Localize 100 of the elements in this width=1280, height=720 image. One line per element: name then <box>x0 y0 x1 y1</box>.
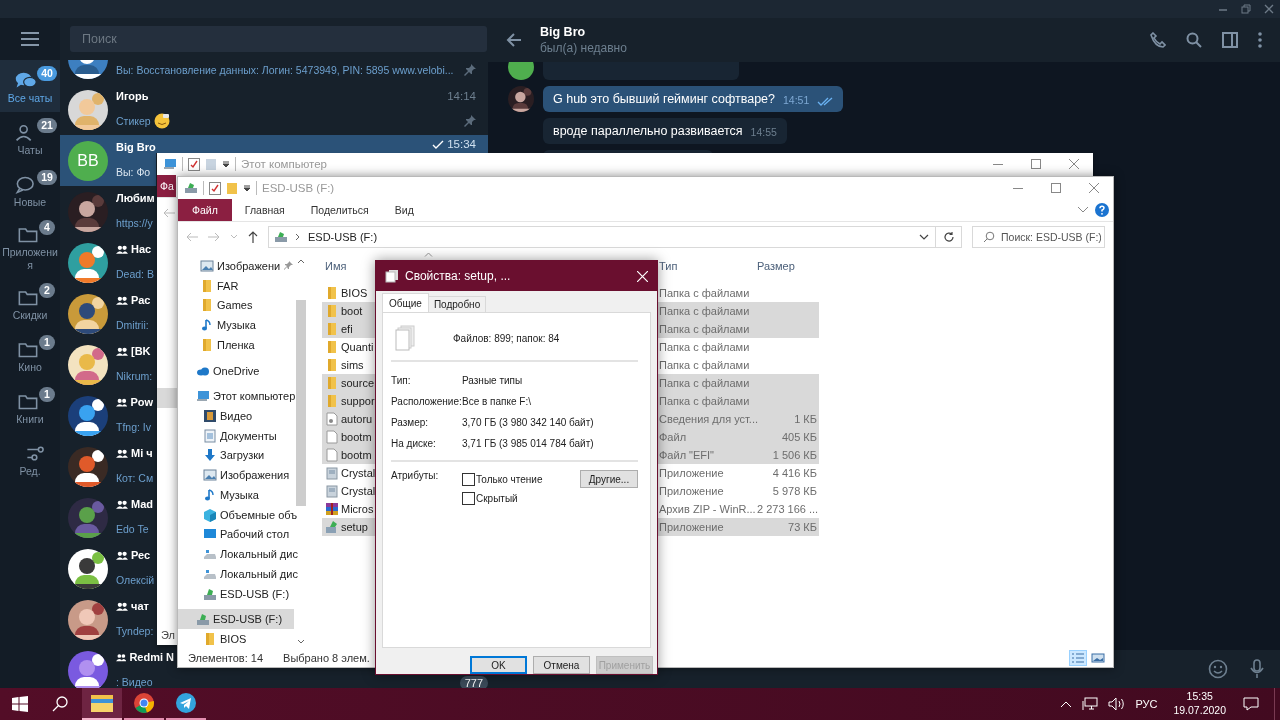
file-name: efi <box>341 323 353 335</box>
chat-name: Игорь <box>116 90 149 102</box>
file-name: Crystal <box>341 485 376 497</box>
folder-label: Приложения <box>1 246 59 273</box>
file-size: 1 КБ <box>794 413 817 425</box>
folder-label: Все чаты <box>6 92 54 106</box>
file-name: autoru <box>341 413 373 425</box>
message-preview: Кот: См <box>116 472 154 484</box>
selection-count: Выбрано 8 элем. <box>283 652 370 664</box>
file-name: source <box>341 377 375 389</box>
file-count: Файлов: 899; папок: 84 <box>453 332 560 344</box>
file-type: Папка с файлами <box>659 377 751 389</box>
message-preview: Tfng: Iv <box>116 421 151 433</box>
chat-name: Big Bro <box>116 141 156 153</box>
file-name: setup <box>341 521 368 533</box>
message-time: 14:51 <box>783 94 810 106</box>
chat-name: [BK <box>131 345 151 357</box>
unread-badge: 1 <box>39 386 55 402</box>
file-type: Папка с файлами <box>659 359 751 371</box>
unread-badge: 777 <box>459 676 488 688</box>
file-type: Папка с файлами <box>659 323 751 335</box>
message-preview: Edo Te <box>116 523 149 535</box>
file-type: Папка с файлами <box>659 341 751 353</box>
message-preview: : Видео <box>116 676 153 688</box>
chat-name: Рас <box>131 294 151 306</box>
property-value: Все в папке F:\ <box>462 396 531 407</box>
message-preview: Tyndep: <box>116 625 154 637</box>
folder-label: Кино <box>17 360 43 374</box>
chat-name: Redmi N <box>129 651 174 663</box>
property-label: Размер: <box>391 417 430 428</box>
file-size: 2 273 166 ... <box>757 503 819 515</box>
property-value: Разные типы <box>462 375 523 386</box>
last-seen-status: был(а) недавно <box>540 41 627 55</box>
chat-name: чат <box>131 600 149 612</box>
checkbox-label: Скрытый <box>476 493 518 504</box>
message-preview: Nikrum: <box>116 370 153 382</box>
chat-name: Любим <box>116 192 155 204</box>
file-type: Приложение <box>659 485 725 497</box>
chat-name: Нас <box>131 243 152 255</box>
property-label: На диске: <box>391 438 437 449</box>
folder-label: Новые <box>12 196 48 210</box>
chat-name: Pow <box>130 396 153 408</box>
item-count: Элементов: 14 <box>188 652 264 664</box>
message-preview: Олексій <box>116 574 155 586</box>
window-title: Этот компьютер <box>241 158 327 170</box>
file-name: BIOS <box>341 287 368 299</box>
message-preview: Dmitrii: <box>116 319 149 331</box>
message-text: G hub это бывший гейминг софтваре? <box>553 92 775 106</box>
file-size: 1 506 КБ <box>772 449 817 461</box>
unread-badge: 19 <box>37 170 57 186</box>
message-preview: Вы: Восстановление данных: Логин: 5473949, PIN: 5895 www.velobi... <box>116 64 454 76</box>
unread-badge: 21 <box>37 118 57 134</box>
folder-label: Книги <box>15 412 45 426</box>
property-value: 3,70 ГБ (3 980 342 140 байт) <box>462 417 594 428</box>
file-type: Приложение <box>659 467 725 479</box>
chat-title: Big Bro <box>540 25 587 39</box>
message-preview: Вы: Фо <box>116 166 151 178</box>
file-type: Папка с файлами <box>659 287 751 299</box>
folder-label: Ред. <box>18 464 42 478</box>
chat-name: Mad <box>131 498 153 510</box>
folder-label: Скидки <box>11 308 49 322</box>
unread-badge: 40 <box>37 66 57 82</box>
unread-badge: 4 <box>39 220 55 235</box>
message-time: 14:55 <box>750 126 777 138</box>
file-size: 73 КБ <box>788 521 817 533</box>
chat-time: 14:14 <box>447 90 476 102</box>
message-preview: Стикер <box>116 115 151 127</box>
status-text: Эл <box>161 629 175 641</box>
file-size: 405 КБ <box>781 431 817 443</box>
chat-time: 15:34 <box>447 138 476 150</box>
file-name: bootm <box>341 449 372 461</box>
property-label: Расположение: <box>391 396 462 407</box>
file-name: sims <box>341 359 364 371</box>
message-preview: https://y <box>116 217 153 229</box>
file-type: Папка с файлами <box>659 305 751 317</box>
file-name: suppor <box>341 395 375 407</box>
file-size: 4 416 КБ <box>772 467 817 479</box>
window-title: ESD-USB (F:) <box>262 182 335 194</box>
message-text: вроде параллельно развивается <box>553 124 743 138</box>
message-preview: Dead: B <box>116 268 154 280</box>
file-type: Сведения для уст... <box>659 413 757 425</box>
property-label: Атрибуты: <box>391 470 440 481</box>
unread-badge: 2 <box>39 282 55 298</box>
file-name: Quanti <box>341 341 374 353</box>
unread-badge: 1 <box>39 334 55 350</box>
file-name: bootm <box>341 431 372 443</box>
file-type: Файл "EFI" <box>659 449 716 461</box>
file-type: Архив ZIP - WinR... <box>659 503 757 515</box>
property-value: 3,71 ГБ (3 985 014 784 байт) <box>462 438 594 449</box>
chat-name: Mi ч <box>131 447 153 459</box>
file-name: boot <box>341 305 363 317</box>
file-name: Crystal <box>341 467 376 479</box>
file-name: Micros <box>341 503 374 515</box>
dialog-title: Свойства: setup, ... <box>405 269 511 283</box>
property-label: Тип: <box>391 375 412 386</box>
folder-label: Чаты <box>16 144 44 158</box>
avatar: BB <box>68 140 108 181</box>
file-type: Папка с файлами <box>659 395 751 407</box>
checkbox-label: Только чтение <box>476 474 543 485</box>
chat-name: Рес <box>131 549 151 561</box>
